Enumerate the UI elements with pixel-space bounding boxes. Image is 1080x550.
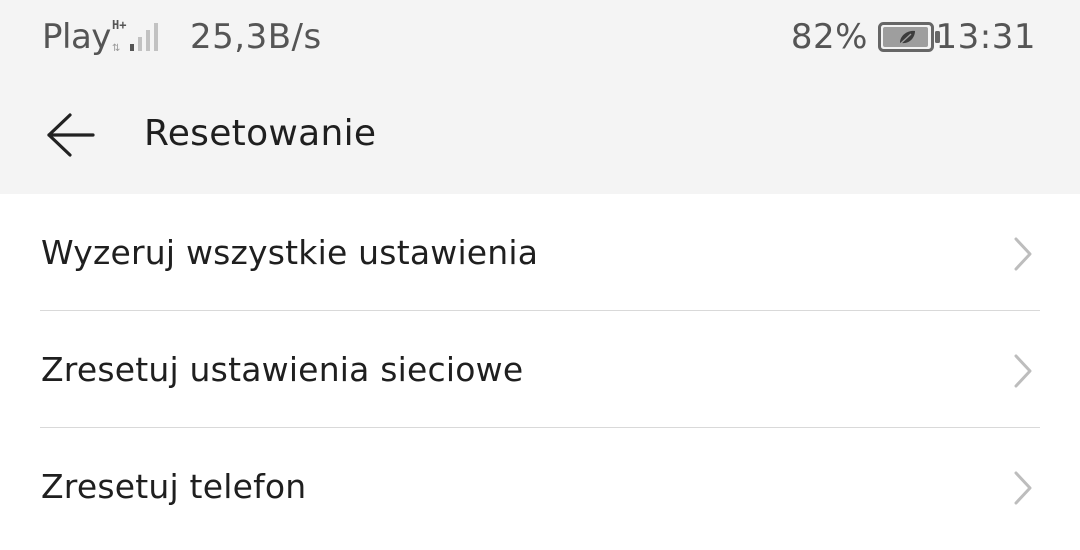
clock: 13:31: [935, 17, 1036, 57]
battery-percentage: 82%: [790, 17, 868, 57]
reset-all-settings-item[interactable]: Wyzeruj wszystkie ustawienia: [0, 194, 1080, 311]
list-item-label: Wyzeruj wszystkie ustawienia: [41, 233, 539, 272]
reset-options-list: Wyzeruj wszystkie ustawienia Zresetuj us…: [0, 194, 1080, 545]
signal-strength-icon: H+ ⇅: [112, 18, 158, 54]
back-button[interactable]: [36, 102, 102, 168]
arrow-left-icon: [47, 113, 95, 157]
carrier-name: Play: [42, 17, 111, 57]
page-title: Resetowanie: [144, 113, 377, 154]
reset-phone-item[interactable]: Zresetuj telefon: [0, 428, 1080, 545]
list-item-label: Zresetuj telefon: [41, 467, 307, 506]
battery-icon: [878, 22, 940, 52]
network-speed: 25,3B/s: [190, 17, 322, 57]
chevron-right-icon: [1014, 237, 1032, 271]
network-type-label: H+: [112, 18, 126, 32]
reset-network-settings-item[interactable]: Zresetuj ustawienia sieciowe: [0, 311, 1080, 428]
app-bar: Resetowanie: [0, 76, 1080, 194]
reset-screen: Play H+ ⇅ 25,3B/s 82% 13:31 Resetowanie …: [0, 0, 1080, 550]
svg-text:⇅: ⇅: [112, 43, 120, 54]
chevron-right-icon: [1014, 354, 1032, 388]
status-bar: Play H+ ⇅ 25,3B/s 82% 13:31: [0, 0, 1080, 76]
chevron-right-icon: [1014, 471, 1032, 505]
list-item-label: Zresetuj ustawienia sieciowe: [41, 350, 524, 389]
